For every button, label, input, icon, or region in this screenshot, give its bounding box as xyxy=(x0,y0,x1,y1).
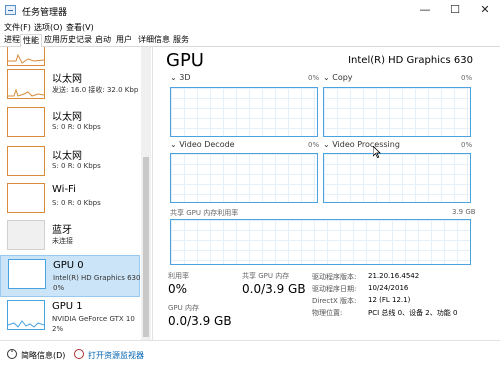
driver-date-value: 10/24/2016 xyxy=(368,284,409,292)
driver-date-label: 驱动程序日期: xyxy=(312,285,357,293)
graph-engine-selector-video-processing[interactable]: ⌄ Video Processing xyxy=(323,140,400,149)
shared-memory-graph-max: 3.9 GB xyxy=(452,208,476,216)
tab-details[interactable]: 详细信息 xyxy=(136,34,172,46)
gpu-model-name: Intel(R) HD Graphics 630 xyxy=(348,55,473,66)
sidebar-item-label: GPU 1 xyxy=(52,301,83,312)
resource-monitor-icon[interactable] xyxy=(74,349,84,359)
chevron-up-icon[interactable]: ˄ xyxy=(7,349,17,359)
ethernet-thumbnail-graph xyxy=(7,47,45,66)
tab-startup[interactable]: 启动 xyxy=(93,34,113,46)
sidebar-item-ethernet-3[interactable]: 以太网 S: 0 R: 0 Kbps xyxy=(0,143,140,181)
graph-pct: 0% xyxy=(461,74,473,82)
physical-location-label: 物理位置: xyxy=(312,309,343,317)
gpu-memory-label: GPU 内存 xyxy=(168,304,199,312)
sidebar-item-label: 以太网 xyxy=(52,112,82,123)
graph-engine-selector-video-decode[interactable]: ⌄ Video Decode xyxy=(170,140,235,149)
shared-memory-graph xyxy=(170,219,471,265)
graph-label: 3D xyxy=(179,73,191,82)
sidebar-item-label: Wi-Fi xyxy=(52,184,76,195)
fewer-details-button[interactable]: 简略信息(D) xyxy=(21,350,65,361)
graph-copy xyxy=(323,87,471,137)
driver-version-label: 驱动程序版本: xyxy=(312,273,357,281)
directx-version-value: 12 (FL 12.1) xyxy=(368,296,411,304)
sidebar-item-detail: S: 0 R: 0 Kbps xyxy=(52,123,101,131)
ethernet-thumbnail-graph xyxy=(7,146,45,176)
title-bar: 任务管理器 — ☐ ✕ xyxy=(0,0,500,22)
sidebar-item-detail: S: 0 R: 0 Kbps xyxy=(52,162,101,170)
sidebar-scrollbar[interactable] xyxy=(141,47,151,340)
sidebar-item-label: GPU 0 xyxy=(53,260,84,271)
ethernet-thumbnail-graph xyxy=(7,107,45,137)
tab-services[interactable]: 服务 xyxy=(171,34,191,46)
utilization-label: 利用率 xyxy=(168,272,189,280)
graph-label: Video Processing xyxy=(332,140,400,149)
tab-performance[interactable]: 性能 xyxy=(20,34,42,47)
open-resource-monitor-link[interactable]: 打开资源监视器 xyxy=(88,350,144,361)
sidebar-item-detail: 未连接 xyxy=(52,237,73,245)
gpu-memory-value: 0.0/3.9 GB xyxy=(168,314,232,328)
resource-sidebar: 以太网 发送: 16.0 接收: 32.0 Kbp 以太网 S: 0 R: 0 … xyxy=(0,47,153,340)
bluetooth-thumbnail-graph xyxy=(7,220,45,250)
sidebar-item-detail: Intel(R) HD Graphics 630 xyxy=(53,274,141,282)
directx-version-label: DirectX 版本: xyxy=(312,297,357,305)
sidebar-item-gpu-0[interactable]: GPU 0 Intel(R) HD Graphics 630 0% xyxy=(0,255,140,297)
graph-engine-selector-3d[interactable]: ⌄ 3D xyxy=(170,73,191,82)
sidebar-item-gpu-1[interactable]: GPU 1 NVIDIA GeForce GTX 10 2% xyxy=(0,297,140,339)
sidebar-item-ethernet-2[interactable]: 以太网 S: 0 R: 0 Kbps xyxy=(0,104,140,142)
graph-label: Copy xyxy=(332,73,353,82)
close-button[interactable]: ✕ xyxy=(470,0,500,22)
sidebar-item-detail: 发送: 16.0 接收: 32.0 Kbp xyxy=(52,86,139,94)
sidebar-item-label: 以太网 xyxy=(52,74,82,85)
sidebar-item-label: 蓝牙 xyxy=(52,225,72,236)
graph-engine-selector-copy[interactable]: ⌄ Copy xyxy=(323,73,353,82)
sidebar-item-usage: 0% xyxy=(53,284,65,292)
tab-app-history[interactable]: 应用历史记录 xyxy=(42,34,94,46)
graph-video-decode xyxy=(170,153,318,203)
page-title: GPU xyxy=(166,50,204,71)
ethernet-thumbnail-graph xyxy=(7,69,45,99)
graph-video-processing xyxy=(323,153,471,203)
tab-bar: 进程 性能 应用历史记录 启动 用户 详细信息 服务 xyxy=(0,34,500,47)
menu-file[interactable]: 文件(F) xyxy=(4,22,31,33)
tab-processes[interactable]: 进程 xyxy=(2,34,22,46)
sidebar-item-wifi[interactable]: Wi-Fi S: 0 R: 0 Kbps xyxy=(0,180,140,218)
menu-options[interactable]: 选项(O) xyxy=(34,22,63,33)
sidebar-item-ethernet-1[interactable]: 以太网 发送: 16.0 接收: 32.0 Kbp xyxy=(0,66,140,104)
sidebar-item-label: 以太网 xyxy=(52,151,82,162)
menu-view[interactable]: 查看(V) xyxy=(66,22,94,33)
graph-pct: 0% xyxy=(308,74,320,82)
shared-memory-label: 共享 GPU 内存 xyxy=(242,272,290,280)
utilization-value: 0% xyxy=(168,282,188,296)
tab-users[interactable]: 用户 xyxy=(114,34,134,46)
graph-label: Video Decode xyxy=(179,140,235,149)
driver-version-value: 21.20.16.4542 xyxy=(368,272,420,280)
graph-3d xyxy=(170,87,318,137)
scrollbar-thumb[interactable] xyxy=(143,157,149,337)
wifi-thumbnail-graph xyxy=(7,183,45,213)
graph-pct: 0% xyxy=(308,141,320,149)
menu-bar: 文件(F) 选项(O) 查看(V) xyxy=(0,22,500,34)
gpu-thumbnail-graph xyxy=(7,300,45,330)
graph-pct: 0% xyxy=(461,141,473,149)
gpu-thumbnail-graph xyxy=(8,259,46,289)
footer-bar: ˄ 简略信息(D) 打开资源监视器 xyxy=(0,340,500,371)
sidebar-item-detail: NVIDIA GeForce GTX 10 xyxy=(52,315,135,323)
sidebar-item-detail: S: 0 R: 0 Kbps xyxy=(52,199,101,207)
shared-memory-graph-label: 共享 GPU 内存利用率 xyxy=(170,209,239,217)
sidebar-item-usage: 2% xyxy=(52,325,64,333)
maximize-button[interactable]: ☐ xyxy=(440,0,470,22)
minimize-button[interactable]: — xyxy=(410,0,440,22)
shared-memory-value: 0.0/3.9 GB xyxy=(242,282,306,296)
task-manager-icon xyxy=(5,5,16,15)
physical-location-value: PCI 总线 0、设备 2、功能 0 xyxy=(368,309,458,317)
sidebar-item-bluetooth[interactable]: 蓝牙 未连接 xyxy=(0,217,140,255)
window-title: 任务管理器 xyxy=(22,8,68,18)
